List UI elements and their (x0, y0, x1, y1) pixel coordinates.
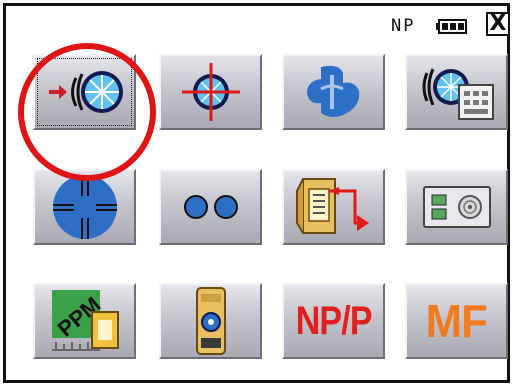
ppm-correction-button[interactable]: PPM (33, 283, 136, 359)
close-icon: X (489, 11, 507, 36)
target-crosshair-button[interactable] (159, 54, 262, 130)
memory-card-icon (422, 186, 491, 228)
ppm-atmosphere-icon: PPM (51, 290, 119, 351)
memory-card-button[interactable] (405, 169, 508, 245)
mf-toggle-icon: MF (425, 295, 488, 347)
edm-measure-button[interactable] (33, 54, 136, 130)
blue-emblem-icon (306, 65, 359, 117)
program-menu-button[interactable] (282, 54, 385, 130)
two-dots-icon (183, 195, 238, 219)
card-transfer-icon (295, 178, 369, 234)
reticle-circle-icon (52, 175, 117, 239)
two-dots-button[interactable] (159, 169, 262, 245)
reticle-button[interactable] (33, 169, 136, 245)
tilt-level-icon (195, 287, 226, 355)
close-button[interactable]: X (486, 12, 510, 36)
mf-toggle-button[interactable]: MF (405, 283, 508, 359)
edm-memory-button[interactable] (405, 54, 508, 130)
target-crosshair-icon (181, 63, 240, 121)
edm-measure-icon (48, 71, 123, 113)
battery-icon (436, 19, 467, 34)
edm-memory-icon (422, 68, 494, 120)
prism-mode-label: NP (391, 16, 416, 36)
card-transfer-button[interactable] (282, 169, 385, 245)
np-p-toggle-button[interactable]: NP/P (282, 283, 385, 359)
np-p-toggle-icon: NP/P (295, 298, 373, 343)
menu-screen: NP X PPM NP/P MF (3, 3, 510, 383)
tilt-level-button[interactable] (159, 283, 262, 359)
